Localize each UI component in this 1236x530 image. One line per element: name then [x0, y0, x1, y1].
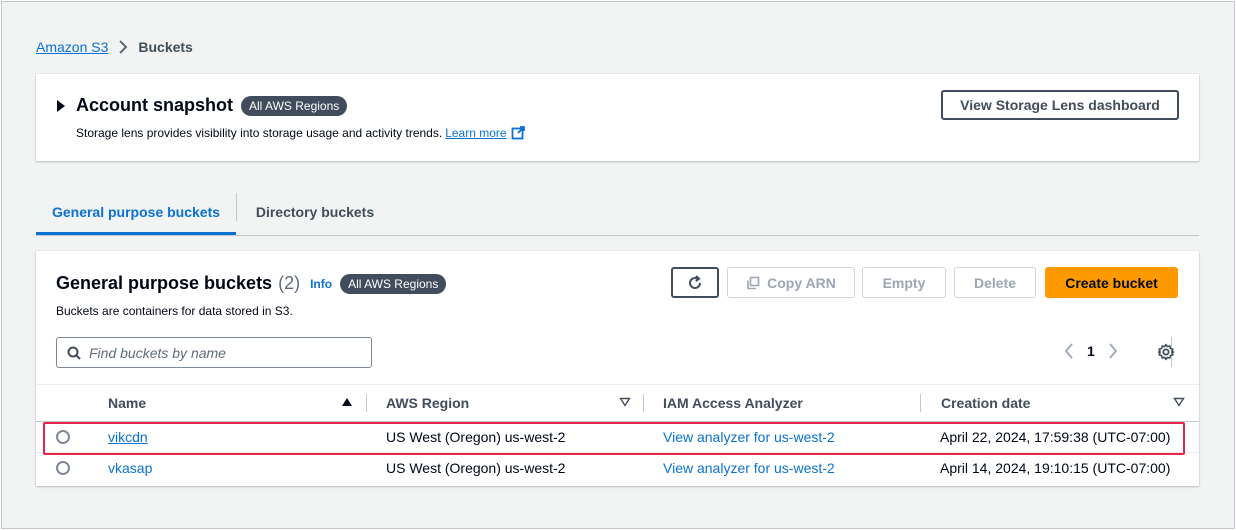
copy-arn-label: Copy ARN: [767, 274, 836, 291]
learn-more-link[interactable]: Learn more: [445, 126, 506, 140]
panel-description: Buckets are containers for data stored i…: [56, 304, 293, 318]
panel-regions-badge: All AWS Regions: [340, 273, 447, 294]
refresh-icon: [689, 274, 702, 289]
bucket-count: (2): [278, 273, 301, 293]
page-frame: Amazon S3 Buckets Account snapshot All A…: [1, 1, 1235, 529]
sort-ascending-icon[interactable]: [341, 397, 353, 407]
account-snapshot-panel: Account snapshot All AWS Regions Storage…: [36, 74, 1199, 161]
column-creation-date[interactable]: Creation date: [941, 385, 1030, 421]
column-divider: [920, 394, 921, 412]
info-link[interactable]: Info: [310, 277, 332, 291]
view-analyzer-link[interactable]: View analyzer for us-west-2: [663, 453, 835, 483]
page-number[interactable]: 1: [1087, 343, 1095, 359]
buckets-table: Name AWS Region IAM Access Analyzer Crea…: [36, 384, 1199, 484]
caret-right-icon[interactable]: [56, 99, 66, 112]
view-analyzer-link[interactable]: View analyzer for us-west-2: [663, 422, 835, 452]
bucket-region: US West (Oregon) us-west-2: [386, 429, 566, 445]
pagination: 1: [1064, 343, 1118, 359]
column-name[interactable]: Name: [108, 385, 146, 421]
search-field[interactable]: [56, 337, 372, 368]
breadcrumb-amazon-s3-link[interactable]: Amazon S3: [36, 39, 108, 55]
tab-general-purpose-buckets[interactable]: General purpose buckets: [36, 191, 236, 235]
breadcrumb: Amazon S3 Buckets: [36, 39, 193, 55]
creation-date: April 22, 2024, 17:59:38 (UTC-07:00): [940, 429, 1171, 445]
gear-icon[interactable]: [1157, 343, 1175, 361]
account-snapshot-title[interactable]: Account snapshot: [76, 95, 233, 116]
column-aws-region[interactable]: AWS Region: [386, 385, 469, 421]
sort-descending-icon[interactable]: [1173, 397, 1185, 407]
all-regions-badge: All AWS Regions: [241, 95, 348, 116]
bucket-name-link[interactable]: vikcdn: [108, 422, 148, 452]
column-iam-access-analyzer[interactable]: IAM Access Analyzer: [663, 385, 803, 421]
previous-page-icon[interactable]: [1064, 343, 1074, 359]
chevron-right-icon: [118, 40, 128, 54]
refresh-button[interactable]: [671, 267, 719, 298]
column-divider: [366, 394, 367, 412]
table-row[interactable]: vikcdn US West (Oregon) us-west-2 View a…: [36, 422, 1199, 453]
row-radio-button[interactable]: [56, 430, 70, 444]
next-page-icon[interactable]: [1108, 343, 1118, 359]
search-icon: [67, 346, 81, 360]
empty-button[interactable]: Empty: [862, 267, 946, 298]
copy-arn-button[interactable]: Copy ARN: [727, 267, 855, 298]
bucket-name-link[interactable]: vkasap: [108, 453, 152, 483]
delete-button[interactable]: Delete: [954, 267, 1036, 298]
snapshot-description-text: Storage lens provides visibility into st…: [76, 126, 443, 140]
row-radio-button[interactable]: [56, 461, 70, 475]
breadcrumb-current: Buckets: [138, 39, 193, 55]
external-link-icon[interactable]: [511, 126, 525, 140]
panel-title: General purpose buckets: [56, 273, 273, 293]
tab-directory-buckets[interactable]: Directory buckets: [236, 191, 394, 235]
buckets-panel: General purpose buckets (2) Info All AWS…: [36, 251, 1199, 486]
account-snapshot-header: Account snapshot All AWS Regions: [56, 95, 348, 116]
view-storage-lens-button[interactable]: View Storage Lens dashboard: [941, 90, 1179, 120]
column-divider: [643, 394, 644, 412]
account-snapshot-description: Storage lens provides visibility into st…: [76, 126, 525, 140]
copy-icon: [746, 276, 760, 290]
create-bucket-button[interactable]: Create bucket: [1045, 267, 1178, 298]
buckets-panel-header: General purpose buckets (2) Info All AWS…: [56, 273, 447, 294]
bucket-tabs: General purpose buckets Directory bucket…: [36, 191, 1199, 236]
sort-descending-icon[interactable]: [619, 397, 631, 407]
table-header: Name AWS Region IAM Access Analyzer Crea…: [36, 384, 1199, 422]
creation-date: April 14, 2024, 19:10:15 (UTC-07:00): [940, 460, 1171, 476]
search-input[interactable]: [89, 344, 359, 361]
bucket-region: US West (Oregon) us-west-2: [386, 460, 566, 476]
table-row[interactable]: vkasap US West (Oregon) us-west-2 View a…: [36, 453, 1199, 484]
